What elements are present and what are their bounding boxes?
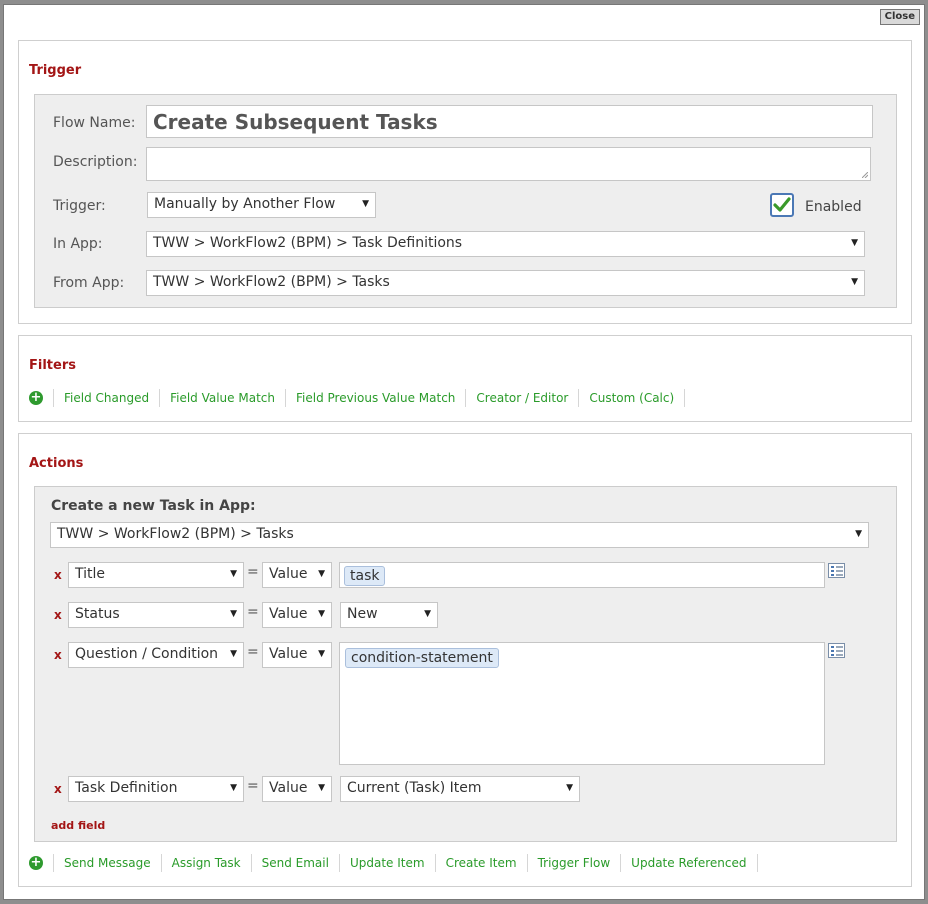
mode-select-title[interactable]: Value ▼ <box>262 562 332 588</box>
value-input-title[interactable]: task <box>339 562 825 588</box>
filter-link-field-changed[interactable]: Field Changed <box>53 389 159 407</box>
actions-section: Actions Create a new Task in App: TWW > … <box>18 433 912 887</box>
plus-circle-icon[interactable]: + <box>29 856 43 870</box>
field-select-value: Status <box>75 606 120 622</box>
task-definition-value-select[interactable]: Current (Task) Item ▼ <box>340 776 580 802</box>
flow-editor-dialog: Close Trigger Flow Name: Create Subseque… <box>3 4 925 900</box>
close-button[interactable]: Close <box>879 9 920 25</box>
flow-name-label: Flow Name: <box>53 115 136 131</box>
remove-field-button[interactable]: x <box>54 608 62 622</box>
field-select-title[interactable]: Title ▼ <box>68 562 244 588</box>
field-select-question[interactable]: Question / Condition ▼ <box>68 642 244 668</box>
checkmark-icon <box>773 197 791 212</box>
dropdown-arrow-icon: ▼ <box>851 277 858 287</box>
dropdown-arrow-icon: ▼ <box>855 529 862 539</box>
dropdown-arrow-icon: ▼ <box>318 569 325 579</box>
trigger-select[interactable]: Manually by Another Flow ▼ <box>147 192 376 218</box>
in-app-label: In App: <box>53 236 103 252</box>
status-value: New <box>347 606 378 622</box>
dropdown-arrow-icon: ▼ <box>230 609 237 619</box>
equals-sign: = <box>247 644 259 660</box>
task-definition-value: Current (Task) Item <box>347 780 482 796</box>
plus-circle-icon[interactable]: + <box>29 391 43 405</box>
dropdown-arrow-icon: ▼ <box>362 199 369 209</box>
action-link-update-item[interactable]: Update Item <box>338 854 435 872</box>
action-link-create-item[interactable]: Create Item <box>434 854 527 872</box>
action-link-send-message[interactable]: Send Message <box>53 854 161 872</box>
filter-link-field-previous-value-match[interactable]: Field Previous Value Match <box>284 389 465 407</box>
remove-field-button[interactable]: x <box>54 568 62 582</box>
remove-field-button[interactable]: x <box>54 782 62 796</box>
field-picker-icon[interactable] <box>828 563 845 578</box>
resize-handle-icon <box>862 172 868 178</box>
trigger-panel: Flow Name: Create Subsequent Tasks Descr… <box>34 94 897 308</box>
enabled-checkbox[interactable] <box>770 193 794 217</box>
dropdown-arrow-icon: ▼ <box>318 649 325 659</box>
target-app-select[interactable]: TWW > WorkFlow2 (BPM) > Tasks ▼ <box>50 522 869 548</box>
mode-select-status[interactable]: Value ▼ <box>262 602 332 628</box>
filter-link-custom-calc[interactable]: Custom (Calc) <box>578 389 686 407</box>
field-select-value: Task Definition <box>75 780 178 796</box>
remove-field-button[interactable]: x <box>54 648 62 662</box>
filter-link-field-value-match[interactable]: Field Value Match <box>159 389 285 407</box>
create-task-panel: Create a new Task in App: TWW > WorkFlow… <box>34 486 897 842</box>
field-select-status[interactable]: Status ▼ <box>68 602 244 628</box>
trigger-section-title: Trigger <box>29 63 82 78</box>
action-link-assign-task[interactable]: Assign Task <box>160 854 251 872</box>
mode-select-task-definition[interactable]: Value ▼ <box>262 776 332 802</box>
trigger-label: Trigger: <box>53 198 106 214</box>
field-picker-icon[interactable] <box>828 643 845 658</box>
filter-link-creator-editor[interactable]: Creator / Editor <box>465 389 578 407</box>
from-app-select-value: TWW > WorkFlow2 (BPM) > Tasks <box>153 274 390 290</box>
field-select-task-definition[interactable]: Task Definition ▼ <box>68 776 244 802</box>
trigger-section: Trigger Flow Name: Create Subsequent Tas… <box>18 40 912 324</box>
dropdown-arrow-icon: ▼ <box>851 238 858 248</box>
equals-sign: = <box>247 778 259 794</box>
description-label: Description: <box>53 154 138 170</box>
equals-sign: = <box>247 604 259 620</box>
action-link-trigger-flow[interactable]: Trigger Flow <box>526 854 621 872</box>
in-app-select-value: TWW > WorkFlow2 (BPM) > Task Definitions <box>153 235 463 251</box>
field-select-value: Title <box>75 566 106 582</box>
create-task-heading: Create a new Task in App: <box>51 498 256 514</box>
filters-section: Filters + Field Changed Field Value Matc… <box>18 335 912 422</box>
from-app-label: From App: <box>53 275 125 291</box>
target-app-select-value: TWW > WorkFlow2 (BPM) > Tasks <box>57 526 294 542</box>
trigger-select-value: Manually by Another Flow <box>154 196 336 212</box>
flow-name-input[interactable]: Create Subsequent Tasks <box>146 105 873 138</box>
field-select-value: Question / Condition <box>75 646 219 662</box>
status-value-select[interactable]: New ▼ <box>340 602 438 628</box>
dropdown-arrow-icon: ▼ <box>318 609 325 619</box>
action-link-update-referenced[interactable]: Update Referenced <box>620 854 758 872</box>
dropdown-arrow-icon: ▼ <box>230 783 237 793</box>
action-link-send-email[interactable]: Send Email <box>250 854 339 872</box>
filter-links: + Field Changed Field Value Match Field … <box>29 389 686 407</box>
dropdown-arrow-icon: ▼ <box>318 783 325 793</box>
equals-sign: = <box>247 564 259 580</box>
mode-select-value: Value <box>269 780 308 796</box>
add-field-link[interactable]: add field <box>51 819 105 832</box>
description-textarea[interactable] <box>146 147 871 181</box>
mode-select-value: Value <box>269 566 308 582</box>
in-app-select[interactable]: TWW > WorkFlow2 (BPM) > Task Definitions… <box>146 231 865 257</box>
value-textarea-question[interactable]: condition-statement <box>339 642 825 765</box>
dropdown-arrow-icon: ▼ <box>230 649 237 659</box>
value-token[interactable]: task <box>344 566 386 586</box>
dropdown-arrow-icon: ▼ <box>566 783 573 793</box>
actions-section-title: Actions <box>29 456 84 471</box>
filters-section-title: Filters <box>29 358 76 373</box>
mode-select-value: Value <box>269 646 308 662</box>
dropdown-arrow-icon: ▼ <box>230 569 237 579</box>
enabled-label: Enabled <box>805 199 862 215</box>
action-links: + Send Message Assign Task Send Email Up… <box>29 854 758 872</box>
from-app-select[interactable]: TWW > WorkFlow2 (BPM) > Tasks ▼ <box>146 270 865 296</box>
mode-select-question[interactable]: Value ▼ <box>262 642 332 668</box>
mode-select-value: Value <box>269 606 308 622</box>
dropdown-arrow-icon: ▼ <box>424 609 431 619</box>
value-token[interactable]: condition-statement <box>345 648 499 668</box>
